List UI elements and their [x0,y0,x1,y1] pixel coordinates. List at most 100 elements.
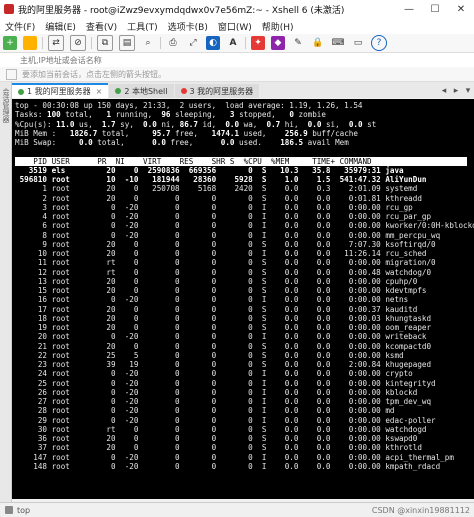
process-row: 24 root 0 -20 0 0 0 I 0.0 0.0 0:00.00 cr… [15,369,413,379]
menu-file[interactable]: 文件(F) [0,20,40,33]
process-row: 11 root rt 0 0 0 0 S 0.0 0.0 0:00.00 mig… [15,258,436,268]
minimize-button[interactable]: — [396,4,422,15]
process-row: 15 root 20 0 0 0 0 S 0.0 0.0 0:00.00 kde… [15,286,427,295]
process-row: 148 root 0 -20 0 0 0 I 0.0 0.0 0:00.00 k… [15,461,441,471]
process-row: 25 root 0 -20 0 0 0 I 0.0 0.0 0:00.00 ki… [15,378,436,388]
connected-status-icon [18,88,24,95]
session-manager-sidebar[interactable]: 会话管理器 [0,82,12,502]
tab-label: 1 我的阿里服务器 [27,87,91,96]
toolbar-divider [160,37,161,49]
process-row: 22 root 25 5 0 0 0 S 0.0 0.0 0:00.00 ksm… [15,350,404,360]
disconnected-status-icon [180,88,187,94]
top-cpu-line: %Cpu(s): 11.0 us, 1.7 sy, 0.0 ni, 86.7 i… [15,119,377,129]
tab-close-icon[interactable]: × [96,87,103,96]
toolbar-divider [91,37,92,49]
process-row: 2 root 20 0 0 0 0 S 0.0 0.0 0:01.81 kthr… [15,193,422,203]
window-title: 我的阿里服务器 - root@iZwz9evxymdqdwx0v7e56mZ:~… [18,5,345,16]
process-row: 36 root 20 0 0 0 0 S 0.0 0.0 0:00.00 ksw… [15,434,418,443]
tab-session-1[interactable]: 1 我的阿里服务器 × [12,83,109,98]
copy-icon[interactable]: ⧉ [97,35,113,51]
tab-next-icon[interactable]: ▸ [450,86,462,96]
menu-help[interactable]: 帮助(H) [257,20,299,33]
add-session-arrow-icon[interactable] [6,68,17,80]
process-row: 4 root 0 -20 0 0 0 I 0.0 0.0 0:00.00 rcu… [15,212,432,221]
paste-icon[interactable]: ▤ [119,35,135,51]
process-row: 18 root 20 0 0 0 0 S 0.0 0.0 0:00.03 khu… [15,313,432,323]
session-address-input[interactable] [18,54,474,66]
new-session-icon[interactable]: + [3,36,17,50]
menu-edit[interactable]: 编辑(E) [40,20,81,33]
top-uptime-line: top - 00:30:08 up 150 days, 21:33, 2 use… [15,101,363,110]
xshell-app-icon [4,4,14,14]
tab-bar: 1 我的阿里服务器 × 2 本地Shell 3 我的阿里服务器 ◂ ▸ ▾ [12,82,474,98]
menu-bar: 文件(F) 编辑(E) 查看(V) 工具(T) 选项卡(B) 窗口(W) 帮助(… [0,18,474,34]
find-icon[interactable]: ⌕ [141,36,155,50]
process-row: 12 root rt 0 0 0 0 S 0.0 0.0 0:00.48 wat… [15,267,432,277]
tunnel-icon[interactable]: ◆ [271,36,285,50]
tab-session-3[interactable]: 3 我的阿里服务器 [174,84,260,98]
compose-icon[interactable]: ▭ [351,36,365,50]
close-button[interactable]: ✕ [448,4,474,15]
process-row: 21 root 20 0 0 0 0 S 0.0 0.0 0:00.00 kco… [15,341,432,351]
process-row: 8 root 0 -20 0 0 0 I 0.0 0.0 0:00.00 mm_… [15,230,441,240]
toolbar: + ⇄ ⊘ ⧉ ▤ ⌕ ⎙ ⤢ ◐ A ✦ ◆ ✎ 🔒 ⌨ ▭ ? [0,34,474,53]
disconnect-icon[interactable]: ⊘ [70,35,86,51]
process-row: 3519 els 20 0 2590836 669356 0 S 10.3 35… [15,165,404,175]
connect-icon[interactable]: ⇄ [48,35,64,51]
script-icon[interactable]: ✎ [291,36,305,50]
toolbar-divider [245,37,246,49]
font-icon[interactable]: A [226,36,240,50]
hint-bar: 要添加当前会话，点击左侧的箭头按钮。 [0,67,474,82]
process-row: 147 root 0 -20 0 0 0 I 0.0 0.0 0:00.00 a… [15,452,454,462]
terminal-status-icon [5,506,13,514]
process-row: 10 root 20 0 0 0 0 I 0.0 0.0 11:26.14 rc… [15,249,427,258]
top-swap-line: MiB Swap: 0.0 total, 0.0 free, 0.0 used.… [15,138,349,147]
process-row: 20 root 0 -20 0 0 0 I 0.0 0.0 0:00.00 wr… [15,332,427,342]
tab-prev-icon[interactable]: ◂ [438,86,450,96]
color-scheme-icon[interactable]: ◐ [206,36,220,50]
menu-view[interactable]: 查看(V) [81,20,122,33]
process-row: 3 root 0 -20 0 0 0 I 0.0 0.0 0:00.00 rcu… [15,202,413,212]
process-row: 17 root 20 0 0 0 0 S 0.0 0.0 0:00.37 kau… [15,304,418,314]
terminal-pane[interactable]: top - 00:30:08 up 150 days, 21:33, 2 use… [12,99,474,499]
process-row: 26 root 0 -20 0 0 0 I 0.0 0.0 0:00.00 kb… [15,387,418,397]
tab-label: 2 本地Shell [124,86,168,96]
help-icon[interactable]: ? [371,35,387,51]
menu-window[interactable]: 窗口(W) [213,20,257,33]
keyboard-icon[interactable]: ⌨ [331,36,345,50]
process-row: 37 root 20 0 0 0 0 S 0.0 0.0 0:00.00 kth… [15,443,422,453]
open-folder-icon[interactable] [23,36,37,50]
process-row: 27 root 0 -20 0 0 0 I 0.0 0.0 0:00.00 tp… [15,397,432,406]
process-row: 596810 root 10 -10 181944 28360 5928 S 1… [15,175,427,184]
print-icon[interactable]: ⎙ [166,36,180,50]
process-table: 3519 els 20 0 2590836 669356 0 S 10.3 35… [15,166,474,471]
process-table-header: PID USER PR NI VIRT RES SHR S %CPU %MEM … [15,156,467,166]
process-row: 28 root 0 -20 0 0 0 I 0.0 0.0 0:00.00 md [15,406,395,416]
process-row: 13 root 20 0 0 0 0 S 0.0 0.0 0:00.00 cpu… [15,276,418,286]
process-row: 6 root 0 -20 0 0 0 I 0.0 0.0 0:00.00 kwo… [15,221,474,231]
address-bar [0,53,474,68]
session-manager-label: 会话管理器 [2,88,10,123]
top-mem-line: MiB Mem : 1826.7 total, 95.7 free, 1474.… [15,128,358,138]
window-controls: — ☐ ✕ [396,4,474,15]
process-row: 9 root 20 0 0 0 0 S 0.0 0.0 7:07.30 ksof… [15,239,436,249]
tab-navigation: ◂ ▸ ▾ [438,84,474,98]
process-row: 16 root 0 -20 0 0 0 I 0.0 0.0 0:00.00 ne… [15,295,409,305]
fullscreen-icon[interactable]: ⤢ [186,36,200,50]
xftp-icon[interactable]: ✦ [251,36,265,50]
title-bar: 我的阿里服务器 - root@iZwz9evxymdqdwx0v7e56mZ:~… [0,0,474,19]
hint-text: 要添加当前会话，点击左侧的箭头按钮。 [22,69,166,79]
menu-tab[interactable]: 选项卡(B) [163,20,213,33]
maximize-button[interactable]: ☐ [422,4,448,15]
process-row: 23 root 39 19 0 0 0 S 0.0 0.0 2:00.84 kh… [15,360,432,369]
top-tasks-line: Tasks: 100 total, 1 running, 96 sleeping… [15,110,326,120]
watermark: CSDN @xinxin19881112 [371,505,470,515]
process-row: 29 root 0 -20 0 0 0 I 0.0 0.0 0:00.00 ed… [15,415,436,425]
terminal-output: top - 00:30:08 up 150 days, 21:33, 2 use… [15,101,474,471]
tab-session-2[interactable]: 2 本地Shell [109,84,174,98]
menu-tools[interactable]: 工具(T) [122,20,163,33]
tab-list-icon[interactable]: ▾ [462,86,474,96]
lock-icon[interactable]: 🔒 [311,36,325,50]
toolbar-divider [42,37,43,49]
status-bar: top CSDN @xinxin19881112 [0,502,474,517]
